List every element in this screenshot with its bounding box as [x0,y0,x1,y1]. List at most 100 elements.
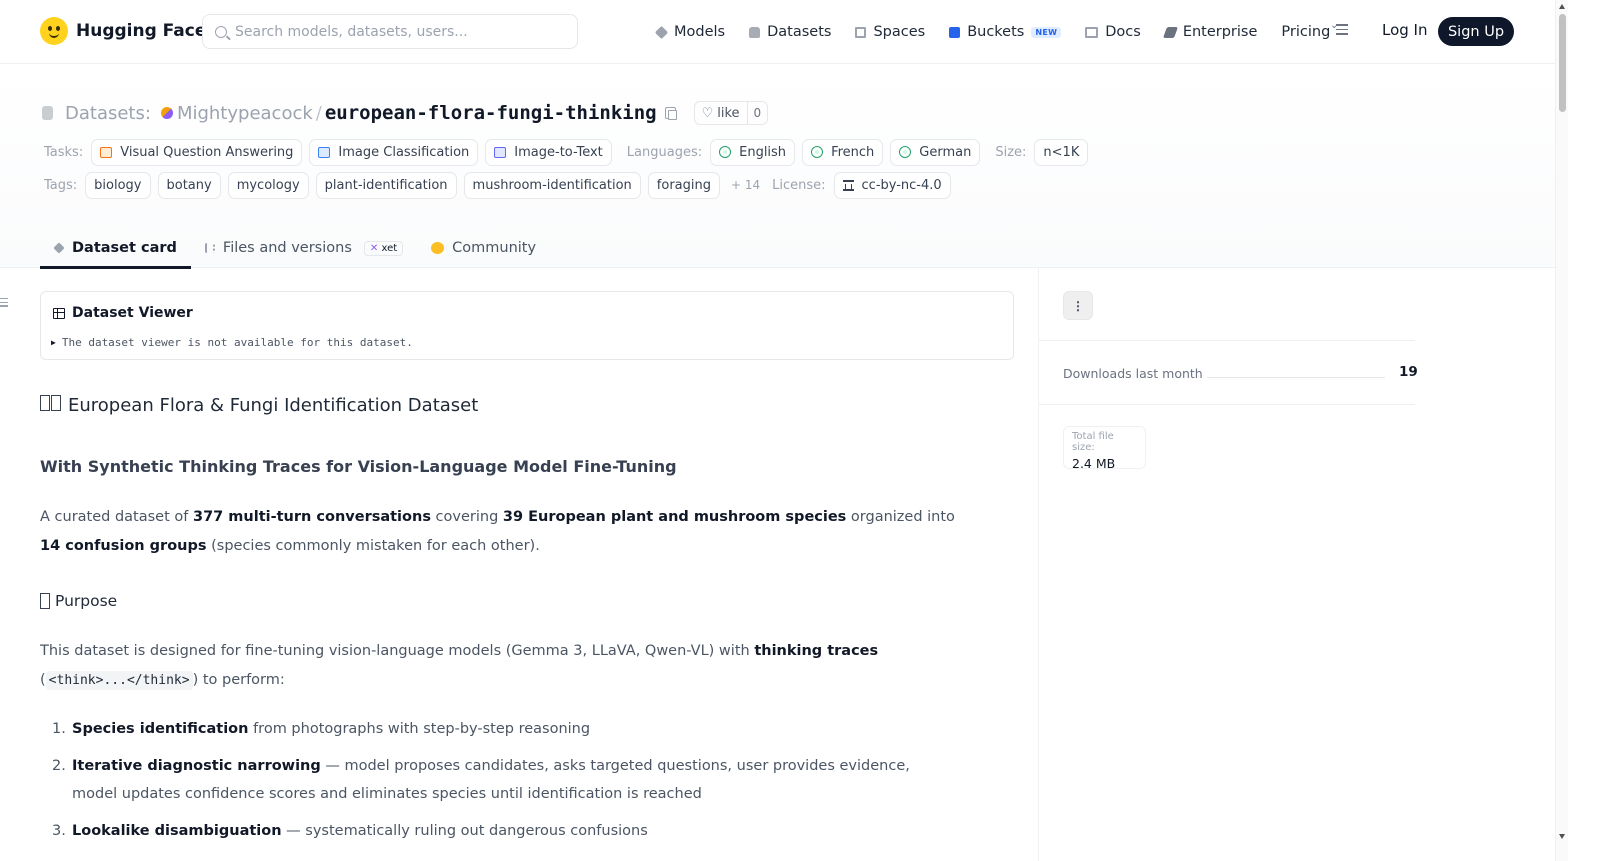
nav-links: Models Datasets Spaces Buckets NEW Docs E… [654,18,1354,46]
viewer-title-text: Dataset Viewer [72,305,193,321]
author-link[interactable]: Mightypeacock [177,103,313,124]
search-box[interactable] [202,14,578,49]
license-label: License: [772,177,826,193]
like-main[interactable]: ♡ like [695,106,747,121]
brand-home-link[interactable]: Hugging Face [40,17,206,45]
tab-community[interactable]: Community [417,228,550,268]
page-scrollbar[interactable] [1555,0,1568,861]
like-button[interactable]: ♡ like 0 [693,101,769,125]
like-label: like [717,105,740,121]
new-badge: NEW [1031,26,1062,38]
tab-dataset-card[interactable]: Dataset card [40,228,191,269]
nav-pricing-link[interactable]: Pricing [1281,24,1330,40]
more-menu-icon[interactable] [1330,20,1348,38]
nav-models-link[interactable]: Models [654,24,726,40]
task-chip-image-classification[interactable]: Image Classification [309,138,479,166]
signup-button[interactable]: Sign Up [1438,17,1514,46]
dataset-icon [42,106,53,120]
scrollbar-thumb[interactable] [1559,14,1566,112]
task-chip-vqa[interactable]: Visual Question Answering [91,138,303,166]
nav-enterprise-link[interactable]: Enterprise [1162,24,1257,40]
nav-spaces-label: Spaces [873,24,926,40]
file-size-box: Total file size: 2.4 MB [1063,426,1146,471]
list-item: 3. Lookalike disambiguation — systematica… [52,823,648,839]
task-chip-label: Image Classification [338,144,470,160]
section-label: Datasets: [65,102,151,124]
file-size-value: 2.4 MB [1072,456,1116,471]
toc-toggle-icon[interactable] [0,298,8,309]
globe-icon [899,146,912,158]
image-classification-icon [318,146,331,158]
license-chip-label: cc-by-nc-4.0 [861,177,942,193]
table-icon [53,307,65,319]
image-to-text-icon [494,146,507,158]
nav-docs-label: Docs [1105,24,1141,40]
nav-models-label: Models [674,24,726,40]
globe-icon [719,146,732,158]
size-label: Size: [995,144,1027,160]
tag-chip[interactable]: mushroom-identification [463,171,641,199]
tag-chip[interactable]: foraging [647,171,720,199]
nav-datasets-link[interactable]: Datasets [749,24,831,40]
author-avatar[interactable] [160,107,173,119]
scroll-up-arrow-icon[interactable] [1559,4,1565,9]
intro-paragraph: A curated dataset of 377 multi-turn conv… [40,509,955,554]
language-chip-label: German [919,144,972,160]
list-item: 1. Species identification from photograph… [52,721,591,737]
right-sidebar: ⋮ Downloads last month 19 Total file siz… [1038,268,1555,861]
viewer-message: The dataset viewer is not available for … [61,336,413,349]
more-tags-button[interactable]: + 14 [731,178,760,192]
license-icon [842,179,854,191]
tag-chip[interactable]: plant-identification [315,171,457,199]
dataset-viewer-panel: Dataset Viewer ▶ The dataset viewer is n… [40,291,1014,360]
repo-title-row: Datasets: Mightypeacock / european-flora… [42,100,769,126]
language-chip-french[interactable]: French [802,138,884,166]
language-chip-german[interactable]: German [890,138,981,166]
language-chip-english[interactable]: English [710,138,796,166]
tab-files-and-versions[interactable]: Files and versions ✕ xet [191,228,417,268]
files-icon [204,243,215,253]
vqa-icon [100,146,113,158]
tag-chip[interactable]: mycology [227,171,309,199]
copy-icon[interactable] [664,107,677,120]
tags-row: Tags: biology botany mycology plant-iden… [44,171,958,199]
search-input[interactable] [235,23,555,40]
nav-pricing-label: Pricing [1281,24,1331,40]
language-chip-label: English [739,144,787,160]
size-chip[interactable]: n<1K [1034,138,1089,166]
repo-header: Datasets: Mightypeacock / european-flora… [0,64,1555,269]
tag-chip[interactable]: biology [85,171,151,199]
tab-label: Files and versions [222,240,352,256]
task-chip-image-to-text[interactable]: Image-to-Text [485,138,612,166]
repo-name-link[interactable]: european-flora-fungi-thinking [325,102,657,124]
tasks-row: Tasks: Visual Question Answering Image C… [44,138,1095,166]
buckets-icon [949,26,961,38]
task-chip-label: Visual Question Answering [120,144,294,160]
card-title: European Flora & Fungi Identification Da… [40,395,478,416]
community-icon [431,242,445,254]
tab-label: Community [452,240,537,256]
nav-buckets-label: Buckets [967,24,1025,40]
more-options-button[interactable]: ⋮ [1063,291,1093,320]
tags-label: Tags: [44,177,78,193]
scroll-down-arrow-icon[interactable] [1559,834,1565,839]
like-count[interactable]: 0 [746,102,768,124]
card-subtitle: With Synthetic Thinking Traces for Visio… [40,457,677,476]
nav-buckets-link[interactable]: Buckets NEW [949,24,1062,40]
nav-spaces-link[interactable]: Spaces [855,24,925,40]
nav-docs-link[interactable]: Docs [1085,24,1141,40]
login-link[interactable]: Log In [1382,21,1428,39]
datasets-icon [749,26,761,38]
license-chip[interactable]: cc-by-nc-4.0 [833,171,951,199]
docs-icon [1085,26,1099,38]
tag-chip[interactable]: botany [157,171,221,199]
emoji-placeholder-icon [40,395,62,416]
hugging-face-logo-icon [40,17,68,45]
globe-icon [811,146,824,158]
purpose-list: 1. Species identification from photograph… [52,715,952,854]
xet-label: xet [381,242,398,254]
path-separator: / [315,102,322,124]
purpose-heading: Purpose [40,592,117,610]
purpose-paragraph: This dataset is designed for fine-tuning… [40,643,879,690]
viewer-unavailable-toggle[interactable]: ▶ The dataset viewer is not available fo… [51,336,413,350]
